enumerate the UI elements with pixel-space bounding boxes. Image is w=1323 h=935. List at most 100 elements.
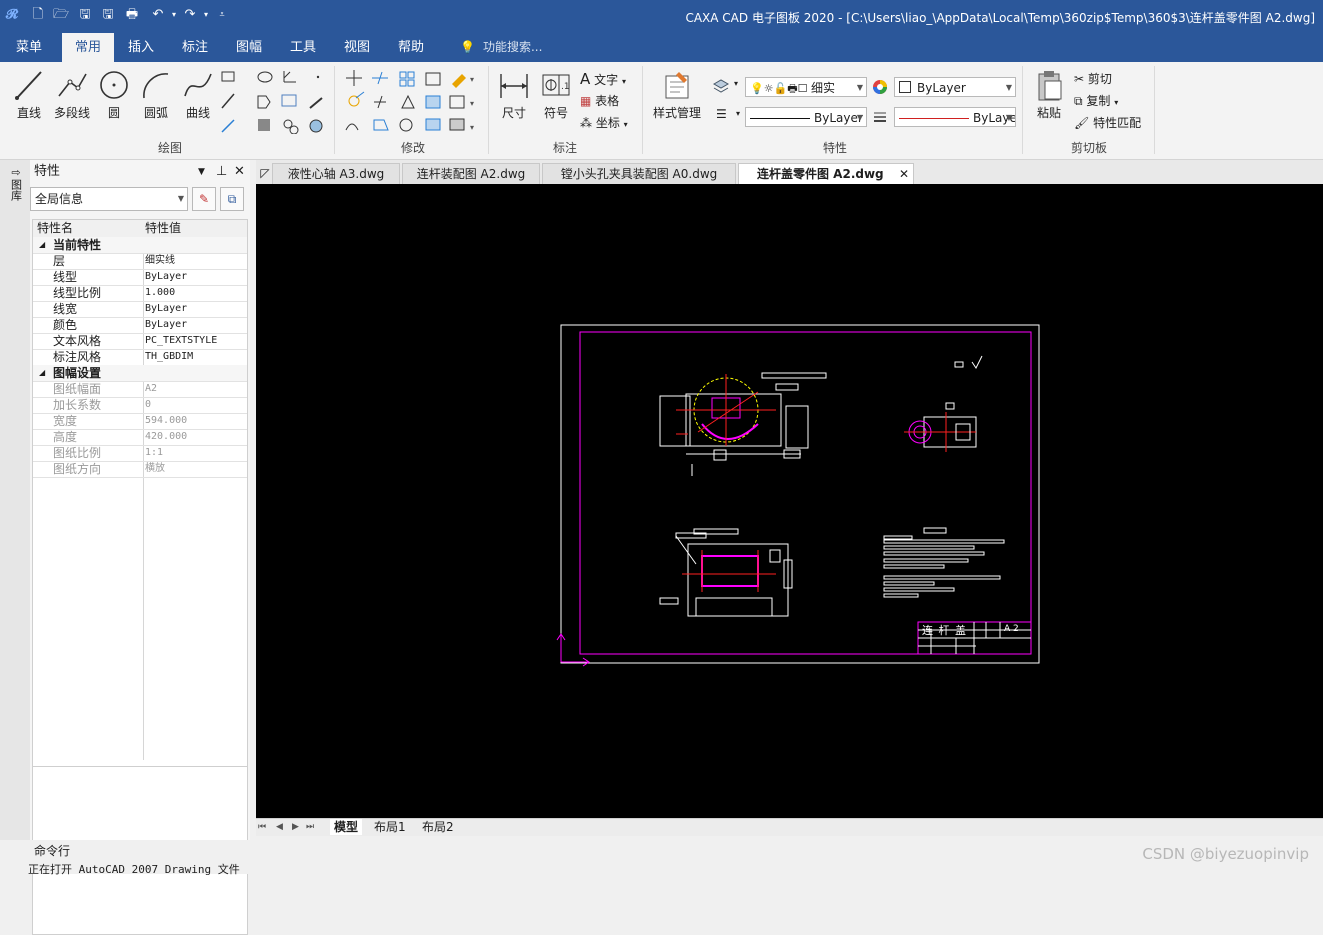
doc-tab-active[interactable]: 连杆盖零件图 A2.dwg ✕: [738, 163, 914, 184]
table-tool-button[interactable]: ▦ 表格: [580, 92, 619, 109]
redo-icon[interactable]: ↷: [182, 7, 198, 23]
menu-tab-common[interactable]: 常用: [62, 33, 114, 62]
layer-select[interactable]: 💡☼🔓🖶☐ 细实 ▼: [745, 77, 867, 97]
menu-tab-sheet[interactable]: 图幅: [226, 33, 272, 62]
draw-tools-icon-grid[interactable]: [218, 68, 330, 134]
tab-scroll-icon: ◸: [260, 166, 270, 180]
drawing-canvas[interactable]: 连 杆 盖 A 2: [256, 184, 1323, 818]
property-row[interactable]: 宽度 594.000: [33, 413, 247, 430]
curve-button[interactable]: 曲线: [180, 68, 216, 121]
property-row[interactable]: 线宽 ByLayer: [33, 301, 247, 318]
library-side-tab[interactable]: ⇨ 图库: [7, 166, 25, 204]
next-layout-icon[interactable]: ▶: [292, 819, 299, 835]
function-search[interactable]: 💡 功能搜索...: [460, 33, 542, 62]
doc-tab[interactable]: 镗小头孔夹具装配图 A0.dwg: [542, 163, 736, 184]
undo-dropdown-icon[interactable]: ▾: [166, 7, 182, 23]
object-selector[interactable]: 全局信息 ▼: [30, 187, 188, 211]
layer-manager-dropdown-icon[interactable]: ▾: [734, 79, 738, 88]
color-wheel-icon[interactable]: [872, 79, 890, 97]
property-row[interactable]: 颜色 ByLayer: [33, 317, 247, 334]
select-objects-icon[interactable]: ⧉: [220, 187, 244, 211]
category-current[interactable]: ◢ 当前特性: [33, 237, 247, 254]
polyline-button[interactable]: 多段线: [50, 68, 94, 121]
library-tab-icon: ⇨: [11, 166, 21, 179]
circle-button[interactable]: 圆: [96, 68, 132, 121]
doc-tab[interactable]: 液性心轴 A3.dwg: [272, 163, 400, 184]
property-row[interactable]: 加长系数 0: [33, 397, 247, 414]
symbol-button[interactable]: .1 符号: [538, 68, 574, 121]
ucs-icon: [556, 633, 590, 667]
property-row[interactable]: 线型比例 1.000: [33, 285, 247, 302]
print-icon[interactable]: 🖶: [124, 7, 140, 23]
command-output: 正在打开 AutoCAD 2007 Drawing 文件: [28, 863, 240, 876]
doc-tab[interactable]: 连杆装配图 A2.dwg: [402, 163, 540, 184]
redo-dropdown-icon[interactable]: ▾: [198, 7, 214, 23]
pin-icon[interactable]: ⊥: [216, 160, 227, 184]
save-icon[interactable]: 🖫: [77, 7, 93, 23]
property-value: ByLayer: [145, 271, 188, 282]
match-properties-button[interactable]: 🖌 特性匹配: [1074, 114, 1141, 131]
side-tab-strip: ⇨ 图库: [0, 160, 31, 840]
arc-button[interactable]: 圆弧: [138, 68, 174, 121]
app-logo-icon[interactable]: 𝓡: [4, 7, 20, 23]
panel-menu-icon[interactable]: ▼: [198, 160, 205, 184]
property-row[interactable]: 图纸幅面 A2: [33, 381, 247, 398]
quick-select-icon[interactable]: ✎: [192, 187, 216, 211]
prev-layout-icon[interactable]: ◀: [276, 819, 283, 835]
property-row[interactable]: 文本风格 PC_TEXTSTYLE: [33, 333, 247, 350]
layer-select-value: 细实: [811, 81, 836, 95]
group-label-clipboard: 剪切板: [1070, 141, 1107, 155]
lineweight-icon[interactable]: [872, 109, 890, 127]
save-all-icon[interactable]: 🖫: [100, 7, 116, 23]
undo-icon[interactable]: ↶: [150, 7, 166, 23]
menu-tab-menu[interactable]: 菜单: [6, 33, 52, 62]
style-manager-button[interactable]: 样式管理: [648, 68, 706, 121]
property-value: PC_TEXTSTYLE: [145, 335, 218, 346]
menu-tab-tools[interactable]: 工具: [280, 33, 326, 62]
line-button[interactable]: 直线: [10, 68, 48, 121]
open-folder-icon[interactable]: 🗁: [53, 7, 69, 23]
property-row[interactable]: 线型 ByLayer: [33, 269, 247, 286]
coord-tool-button[interactable]: ⁂ 坐标 ▾: [580, 114, 628, 131]
layout-tab-1[interactable]: 布局1: [372, 819, 408, 835]
brush-icon: 🖌: [1074, 116, 1090, 130]
property-row[interactable]: 标注风格 TH_GBDIM: [33, 349, 247, 366]
lineweight-select[interactable]: ByLaye ▼: [894, 107, 1016, 127]
last-layout-icon[interactable]: ⏭: [306, 819, 314, 835]
color-select[interactable]: ByLayer ▼: [894, 77, 1016, 97]
property-row[interactable]: 图纸方向 横放: [33, 461, 247, 478]
property-row[interactable]: 高度 420.000: [33, 429, 247, 446]
color-select-arrow-icon: ▼: [1005, 83, 1012, 92]
text-tool-button[interactable]: A 文字 ▾: [580, 70, 626, 88]
menu-tab-help[interactable]: 帮助: [388, 33, 434, 62]
lineweight-dropdown-icon[interactable]: ▾: [736, 109, 740, 118]
copy-button[interactable]: ⧉ 复制 ▾: [1074, 92, 1118, 109]
category-sheet[interactable]: ◢ 图幅设置: [33, 365, 247, 382]
function-search-label: 功能搜索...: [482, 40, 543, 54]
customize-toolbar-icon[interactable]: ⩡: [214, 7, 230, 23]
dimension-icon: [500, 74, 528, 98]
modify-tools-icon-grid[interactable]: ▾ ▾ ▾: [342, 68, 484, 134]
menu-tab-annotate[interactable]: 标注: [172, 33, 218, 62]
menu-tab-view[interactable]: 视图: [334, 33, 380, 62]
property-name: 图纸幅面: [53, 382, 102, 396]
dimension-button[interactable]: 尺寸: [494, 68, 534, 121]
layout-tab-2[interactable]: 布局2: [420, 819, 456, 835]
linetype-select[interactable]: ByLayer ▼: [745, 107, 867, 127]
property-row[interactable]: 层 细实线: [33, 253, 247, 270]
paste-button[interactable]: 粘贴: [1030, 68, 1068, 121]
panel-header: 特性 ▼ ⊥ ✕: [30, 160, 250, 184]
lineweight-list-icon[interactable]: ☰: [716, 107, 727, 121]
layer-manager-icon[interactable]: [712, 76, 730, 94]
menu-tab-insert[interactable]: 插入: [118, 33, 164, 62]
close-tab-icon[interactable]: ✕: [899, 164, 909, 185]
cut-button[interactable]: ✂ 剪切: [1074, 70, 1112, 87]
lineweight-select-arrow-icon: ▼: [1005, 113, 1012, 122]
layout-tab-model[interactable]: 模型: [330, 819, 363, 835]
new-file-icon[interactable]: 🗋: [30, 7, 46, 23]
first-layout-icon[interactable]: ⏮: [258, 819, 266, 835]
dimension-label: 尺寸: [501, 106, 526, 120]
property-row[interactable]: 图纸比例 1:1: [33, 445, 247, 462]
group-label-annotate: 标注: [552, 141, 577, 155]
close-icon[interactable]: ✕: [234, 160, 245, 184]
